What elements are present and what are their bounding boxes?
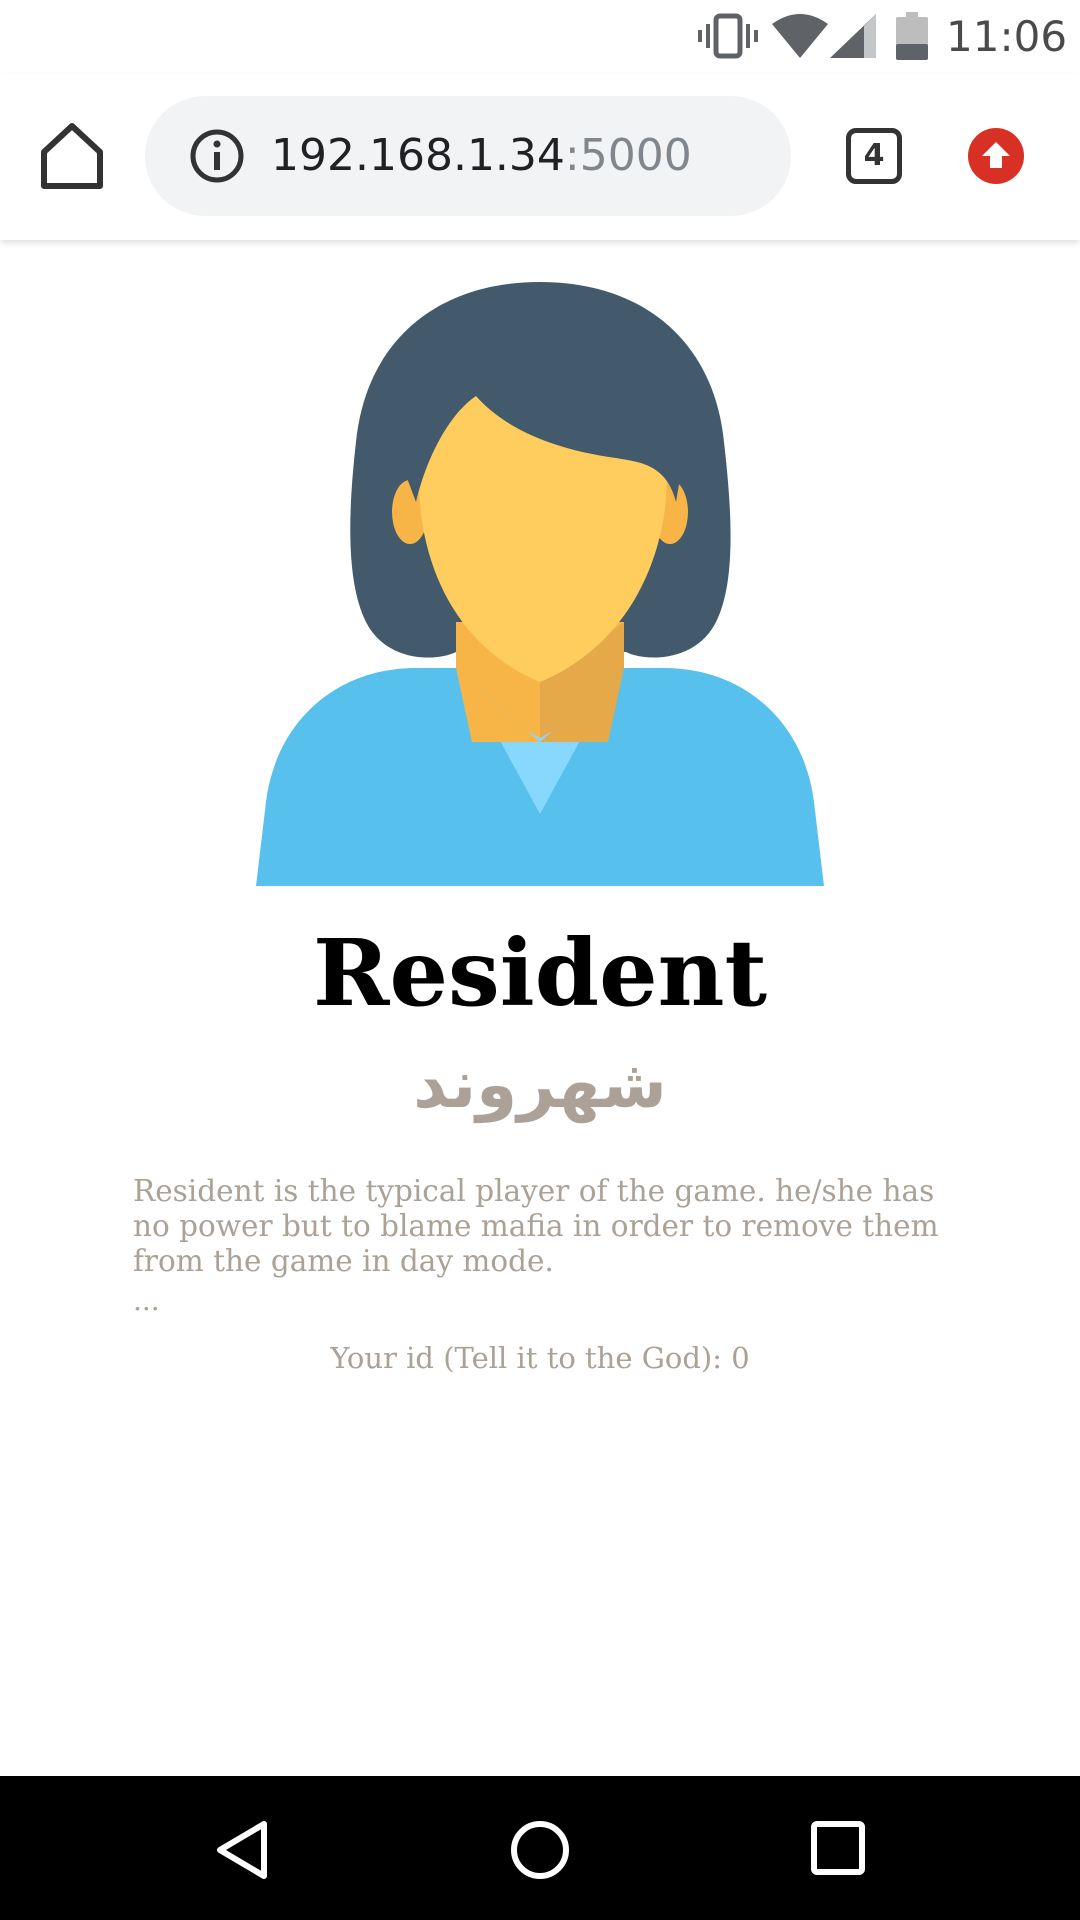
wifi-icon [772, 14, 828, 58]
home-circle-icon[interactable] [508, 1818, 572, 1882]
browser-toolbar: 192.168.1.34:5000 4 [0, 74, 1080, 240]
tab-switcher-icon[interactable]: 4 [846, 128, 902, 184]
status-bar: 11:06 [0, 0, 1080, 74]
info-icon[interactable] [189, 128, 245, 184]
description-ellipsis: ... [133, 1284, 160, 1317]
battery-icon [896, 12, 928, 60]
address-bar[interactable]: 192.168.1.34:5000 [145, 96, 791, 216]
url-port: :5000 [564, 130, 692, 181]
role-title: Resident [313, 919, 767, 1027]
arrow-up-icon [982, 142, 1010, 168]
role-description: Resident is the typical player of the ga… [133, 1174, 939, 1278]
url-host: 192.168.1.34 [271, 130, 565, 181]
cell-signal-icon [830, 14, 876, 58]
home-icon[interactable] [38, 120, 106, 192]
url-text[interactable]: 192.168.1.34:5000 [271, 120, 692, 192]
avatar-illustration [256, 282, 824, 886]
player-id-text: Your id (Tell it to the God): 0 [330, 1341, 750, 1375]
back-icon[interactable] [212, 1818, 272, 1882]
navigation-bar [0, 1776, 1080, 1920]
update-icon[interactable] [968, 128, 1024, 184]
recents-icon[interactable] [810, 1820, 866, 1876]
status-clock: 11:06 [946, 12, 1068, 61]
vibrate-icon [698, 13, 758, 59]
role-subtitle: شهروند [413, 1046, 667, 1123]
